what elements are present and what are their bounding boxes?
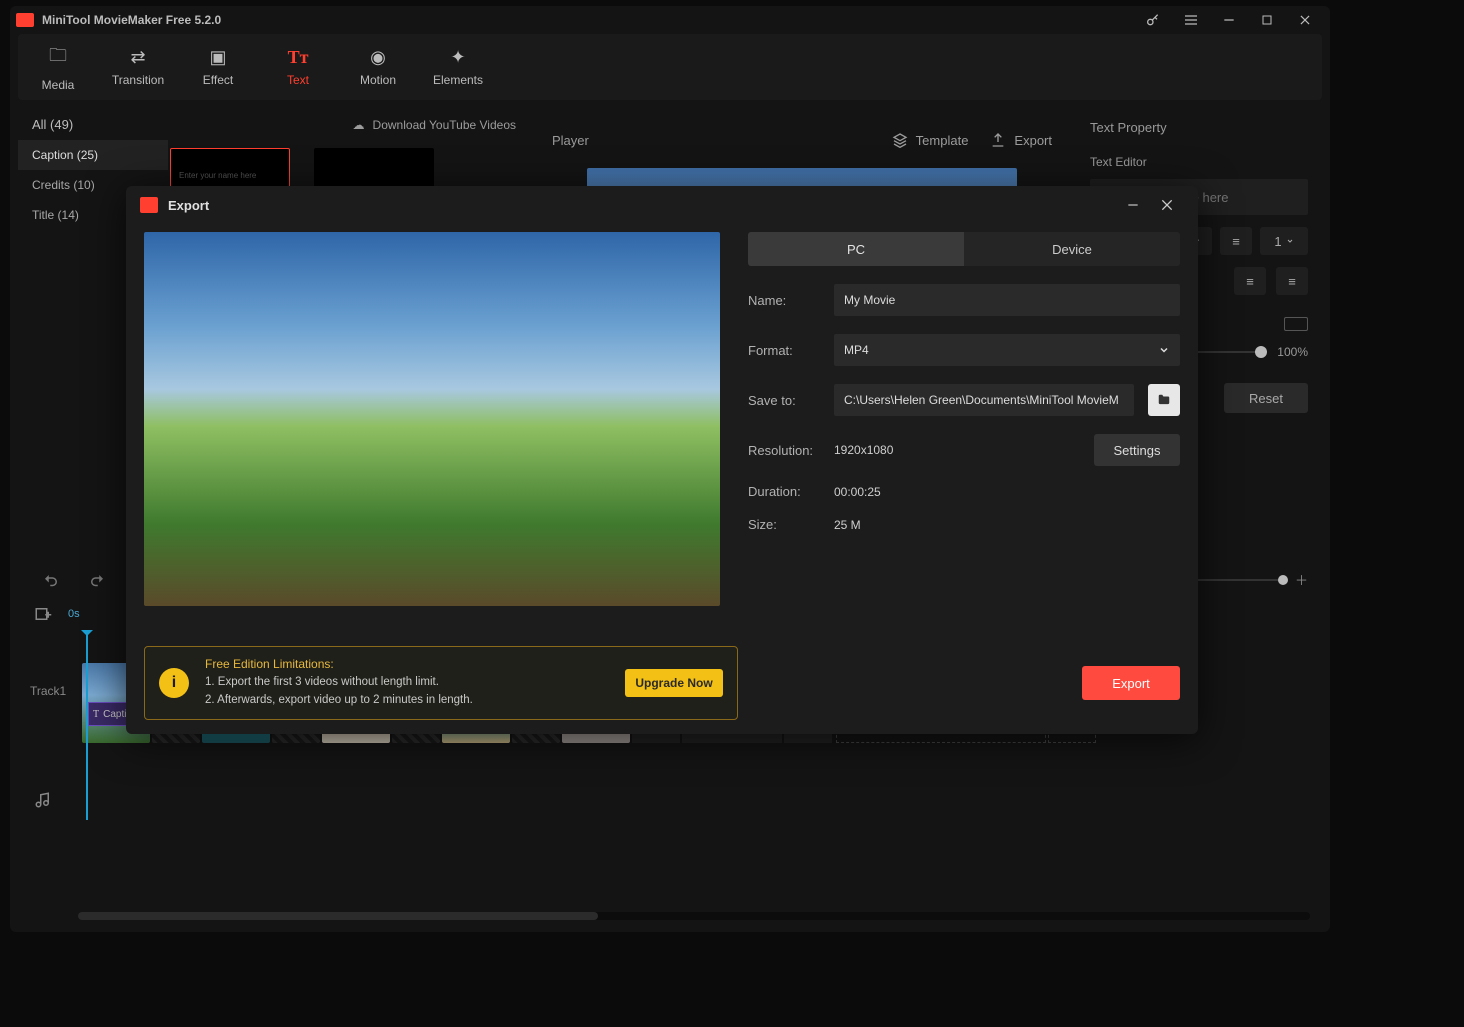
export-form: PC Device Name: Format: MP4 Save to:	[748, 232, 1180, 606]
tab-effect[interactable]: ▣Effect	[178, 34, 258, 100]
timestamp: 0s	[68, 608, 80, 620]
color-swatch[interactable]	[1284, 317, 1308, 331]
cloud-download-icon: ☁	[353, 118, 365, 132]
license-key-icon[interactable]	[1134, 6, 1172, 34]
timeline-scrollbar[interactable]	[78, 912, 1310, 920]
minimize-icon[interactable]	[1210, 6, 1248, 34]
layers-icon	[892, 132, 908, 148]
app-logo-icon	[140, 197, 158, 213]
segment-pc[interactable]: PC	[748, 232, 964, 266]
resolution-value: 1920x1080	[834, 443, 893, 457]
line-spacing-icon[interactable]: ≡	[1220, 227, 1252, 255]
minimize-icon[interactable]	[1116, 190, 1150, 220]
playhead[interactable]	[86, 632, 88, 820]
template-button[interactable]: Template	[892, 132, 969, 148]
track-label: Track1	[30, 684, 76, 698]
size-value: 25 M	[834, 518, 861, 532]
reset-button[interactable]: Reset	[1224, 383, 1308, 413]
line-height-select[interactable]: 1	[1260, 227, 1308, 255]
zoom-slider[interactable]	[1197, 579, 1283, 581]
format-select[interactable]: MP4	[834, 334, 1180, 366]
panel-title: Text Property	[1090, 120, 1308, 135]
folder-icon	[1156, 393, 1172, 407]
close-icon[interactable]	[1150, 190, 1184, 220]
folder-icon: 🗀	[49, 43, 67, 73]
zoom-in-icon[interactable]: ＋	[1295, 570, 1308, 589]
dialog-title: Export	[168, 198, 209, 213]
segment-device[interactable]: Device	[964, 232, 1180, 266]
app-title: MiniTool MovieMaker Free 5.2.0	[42, 13, 221, 27]
motion-icon: ◉	[370, 47, 386, 68]
download-youtube-link[interactable]: ☁ Download YouTube Videos	[168, 110, 528, 140]
export-icon	[990, 132, 1006, 148]
effect-icon: ▣	[209, 47, 226, 68]
upgrade-button[interactable]: Upgrade Now	[625, 669, 723, 697]
add-track-icon[interactable]	[34, 605, 52, 623]
undo-icon[interactable]	[42, 572, 60, 590]
tab-transition[interactable]: ⇄Transition	[98, 34, 178, 100]
main-toolbar: 🗀Media ⇄Transition ▣Effect TᴛText ◉Motio…	[18, 34, 1322, 100]
align-right-icon[interactable]: ≡	[1276, 267, 1308, 295]
settings-button[interactable]: Settings	[1094, 434, 1180, 466]
browse-button[interactable]	[1148, 384, 1180, 416]
titlebar: MiniTool MovieMaker Free 5.2.0	[10, 6, 1330, 34]
close-icon[interactable]	[1286, 6, 1324, 34]
elements-icon: ✦	[450, 47, 465, 68]
redo-icon[interactable]	[88, 572, 106, 590]
category-caption[interactable]: Caption (25)	[18, 140, 168, 170]
duration-value: 00:00:25	[834, 485, 881, 499]
export-dialog: Export PC Device Name: Format: MP4	[126, 186, 1198, 734]
export-button[interactable]: Export	[990, 132, 1052, 148]
limitation-banner: i Free Edition Limitations: 1. Export th…	[144, 646, 738, 720]
export-preview	[144, 232, 720, 606]
save-path-input[interactable]	[834, 384, 1134, 416]
tab-text[interactable]: TᴛText	[258, 34, 338, 100]
transition-icon: ⇄	[130, 47, 145, 68]
export-confirm-button[interactable]: Export	[1082, 666, 1180, 700]
info-icon: i	[159, 668, 189, 698]
player-label: Player	[552, 133, 589, 148]
align-left-icon[interactable]: ≡	[1234, 267, 1266, 295]
chevron-down-icon	[1158, 344, 1170, 356]
tab-motion[interactable]: ◉Motion	[338, 34, 418, 100]
target-segmented: PC Device	[748, 232, 1180, 266]
text-icon: Tᴛ	[288, 47, 309, 68]
tab-media[interactable]: 🗀Media	[18, 34, 98, 100]
category-all[interactable]: All (49)	[18, 110, 168, 140]
maximize-icon[interactable]	[1248, 6, 1286, 34]
app-logo-icon	[16, 13, 34, 27]
tab-elements[interactable]: ✦Elements	[418, 34, 498, 100]
audio-track-icon[interactable]	[34, 791, 52, 809]
menu-icon[interactable]	[1172, 6, 1210, 34]
name-input[interactable]	[834, 284, 1180, 316]
